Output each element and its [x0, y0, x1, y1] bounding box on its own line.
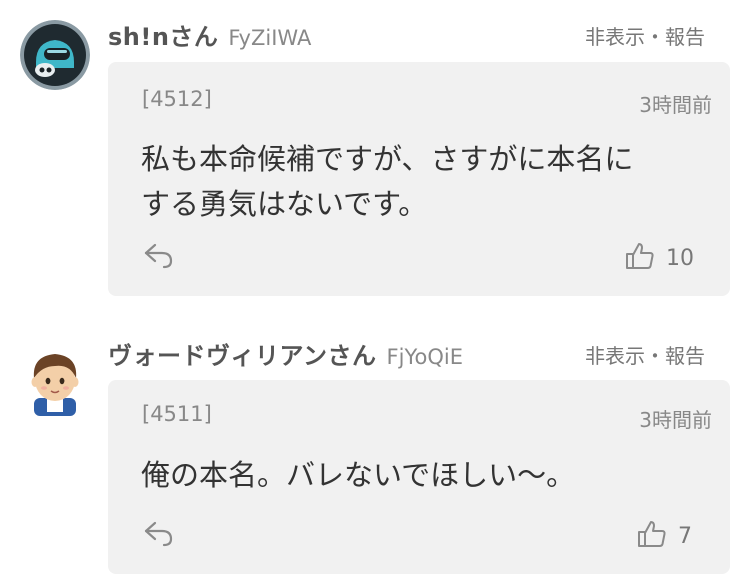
- hide-report-link[interactable]: 非表示・報告: [585, 21, 705, 50]
- reply-icon[interactable]: [142, 238, 176, 272]
- comment-text: 私も本命候補ですが、さすがに本名に する勇気はないです。: [141, 137, 711, 227]
- comment-item: ヴォードヴィリアンさん FjYoQiE 非表示・報告 [4511] 3時間前 俺…: [0, 318, 750, 578]
- comment-number: [4511]: [142, 402, 212, 426]
- username[interactable]: sh!nさん: [108, 17, 218, 52]
- user-line: sh!nさん FyZiIWA: [108, 17, 311, 52]
- thumbs-up-icon: [624, 240, 656, 276]
- thumbs-up-icon: [636, 518, 668, 554]
- user-id: FjYoQiE: [386, 345, 463, 369]
- user-line: ヴォードヴィリアンさん FjYoQiE: [108, 336, 463, 371]
- comment-card: [4512] 3時間前 私も本命候補ですが、さすがに本名に する勇気はないです。…: [108, 62, 730, 296]
- hide-report-link[interactable]: 非表示・報告: [585, 340, 705, 369]
- like-count: 10: [666, 245, 694, 271]
- comment-text: 俺の本名。バレないでほしい〜。: [141, 453, 711, 498]
- comment-number: [4512]: [142, 87, 212, 111]
- user-id: FyZiIWA: [228, 26, 312, 50]
- like-button[interactable]: 10: [624, 240, 694, 276]
- timestamp: 3時間前: [639, 408, 712, 432]
- comment-item: sh!nさん FyZiIWA 非表示・報告 [4512] 3時間前 私も本命候補…: [0, 0, 750, 310]
- reply-icon[interactable]: [142, 516, 176, 550]
- comment-text-line: する勇気はないです。: [141, 187, 428, 221]
- timestamp: 3時間前: [639, 93, 712, 117]
- username[interactable]: ヴォードヴィリアンさん: [108, 336, 377, 371]
- comment-text-line: 俺の本名。バレないでほしい〜。: [141, 458, 576, 492]
- like-count: 7: [678, 523, 692, 549]
- comment-text-line: 私も本命候補ですが、さすがに本名に: [141, 142, 634, 176]
- comment-card: [4511] 3時間前 俺の本名。バレないでほしい〜。 7: [108, 380, 730, 574]
- robot-avatar-icon[interactable]: [20, 20, 90, 90]
- like-button[interactable]: 7: [636, 518, 692, 554]
- person-avatar-icon[interactable]: [22, 344, 88, 416]
